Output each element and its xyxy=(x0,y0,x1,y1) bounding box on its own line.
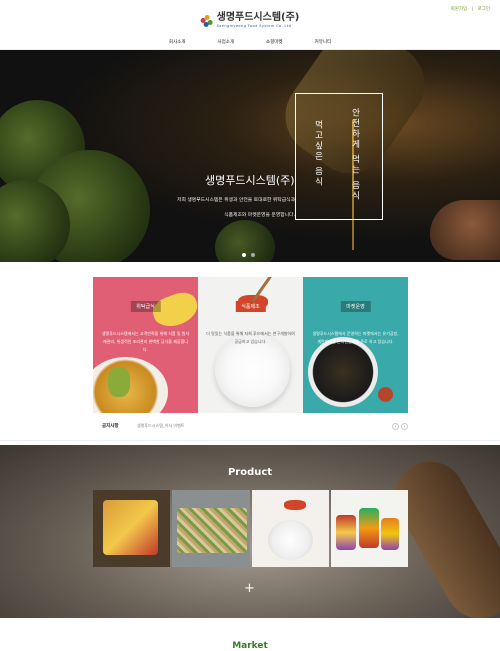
fruit-image xyxy=(378,387,393,402)
section-divider xyxy=(0,440,500,441)
divider: | xyxy=(471,7,474,12)
dessert-cup-image xyxy=(335,515,356,550)
cucumber-image xyxy=(108,367,130,397)
notice-prev-button[interactable]: ‹ xyxy=(392,422,399,430)
business-text: 생명푸드시스템에서는 고객만족을 위해 식품 및 원자재관리, 위생적인 조리관… xyxy=(101,331,190,352)
logo-subtitle: Saengmyeong Food System Co.,Ltd xyxy=(216,24,292,28)
product-thumb-rice[interactable] xyxy=(251,490,329,567)
dessert-cup-image xyxy=(358,508,379,548)
dessert-cup-image xyxy=(380,518,399,550)
nav-item-business[interactable]: 사업소개 xyxy=(217,37,234,49)
main-nav: 회사소개 사업소개 쇼핑마켓 커뮤니티 xyxy=(0,37,500,50)
business-card-catering[interactable]: 위탁급식 생명푸드시스템에서는 고객만족을 위해 식품 및 원자재관리, 위생적… xyxy=(93,277,198,413)
hero-banner: 생명푸드시스템(주) 저희 생명푸드시스템은 위생과 안전을 토대로한 위탁급식… xyxy=(0,50,500,262)
business-badge: 마켓운영 xyxy=(340,301,371,312)
kimchi-image xyxy=(283,500,306,510)
notice-next-button[interactable]: › xyxy=(401,422,408,430)
hero-vertical-left: 먹고싶은 음식 xyxy=(313,120,323,188)
nav-item-shop[interactable]: 쇼핑마켓 xyxy=(266,37,283,49)
business-card-market[interactable]: 마켓운영 생명푸드시스템에서 운영하는 마켓에서는 유기공방, 계란판매를 온라… xyxy=(303,277,408,413)
slider-dot[interactable] xyxy=(251,253,255,257)
product-title: Product xyxy=(227,467,273,478)
business-badge: 위탁급식 xyxy=(130,301,161,312)
hero-vertical-right: 안전하게 먹는 음식 xyxy=(350,108,360,202)
signup-link[interactable]: 회원가입 xyxy=(451,7,468,12)
curry-bowl-image xyxy=(93,357,168,413)
lunchbox-image xyxy=(103,500,158,555)
business-text: 더 맛있는 식품을 위해 저희 푸드에서는 연구개발하여 공급하고 있습니다. xyxy=(206,331,295,344)
slider-dots xyxy=(242,253,255,257)
product-section: Product + xyxy=(0,445,500,618)
site-logo[interactable]: 생명푸드시스템(주) Saengmyeong Food System Co.,L… xyxy=(200,12,300,28)
nav-item-community[interactable]: 커뮤니티 xyxy=(315,37,332,49)
slider-dot[interactable] xyxy=(242,253,246,257)
hero-vertical-box xyxy=(295,93,383,220)
dark-bowl-image xyxy=(308,337,378,407)
hero-description: 저희 생명푸드시스템은 위생과 안전을 토대로한 위탁급식과 식품제조와 마켓운… xyxy=(177,198,295,218)
business-card-manufacturing[interactable]: 식품제조 더 맛있는 식품을 위해 저희 푸드에서는 연구개발하여 공급하고 있… xyxy=(198,277,303,413)
product-more-button[interactable]: + xyxy=(244,582,255,595)
hand-image xyxy=(430,200,500,260)
notice-arrows: ‹ › xyxy=(392,422,408,430)
business-section: 위탁급식 생명푸드시스템에서는 고객만족을 위해 식품 및 원자재관리, 위생적… xyxy=(93,277,408,413)
business-badge: 식품제조 xyxy=(235,301,266,312)
business-text: 생명푸드시스템에서 운영하는 마켓에서는 유기공방, 계란판매를 온라인판매를 … xyxy=(312,331,399,344)
notice-bar: 공지사항 생명푸드시스템_이사 이벤트 ‹ › xyxy=(93,420,408,432)
login-link[interactable]: 로그인 xyxy=(478,7,490,12)
product-thumb-dessert[interactable] xyxy=(330,490,408,567)
nav-item-company[interactable]: 회사소개 xyxy=(169,37,186,49)
notice-item-link[interactable]: 생명푸드시스템_이사 이벤트 xyxy=(137,423,184,429)
leaf-logo-icon xyxy=(200,14,213,27)
rice-bowl-image xyxy=(267,520,313,560)
notice-title: 공지사항 xyxy=(102,424,119,429)
logo-name: 생명푸드시스템(주) xyxy=(216,12,300,23)
product-thumb-tray[interactable] xyxy=(172,490,250,567)
product-thumb-lunchbox[interactable] xyxy=(93,490,171,567)
top-links: 회원가입 | 로그인 xyxy=(448,6,490,12)
product-thumbnails xyxy=(93,490,408,567)
hero-title: 생명푸드시스템(주) xyxy=(205,174,295,187)
food-tray-image xyxy=(177,508,248,553)
